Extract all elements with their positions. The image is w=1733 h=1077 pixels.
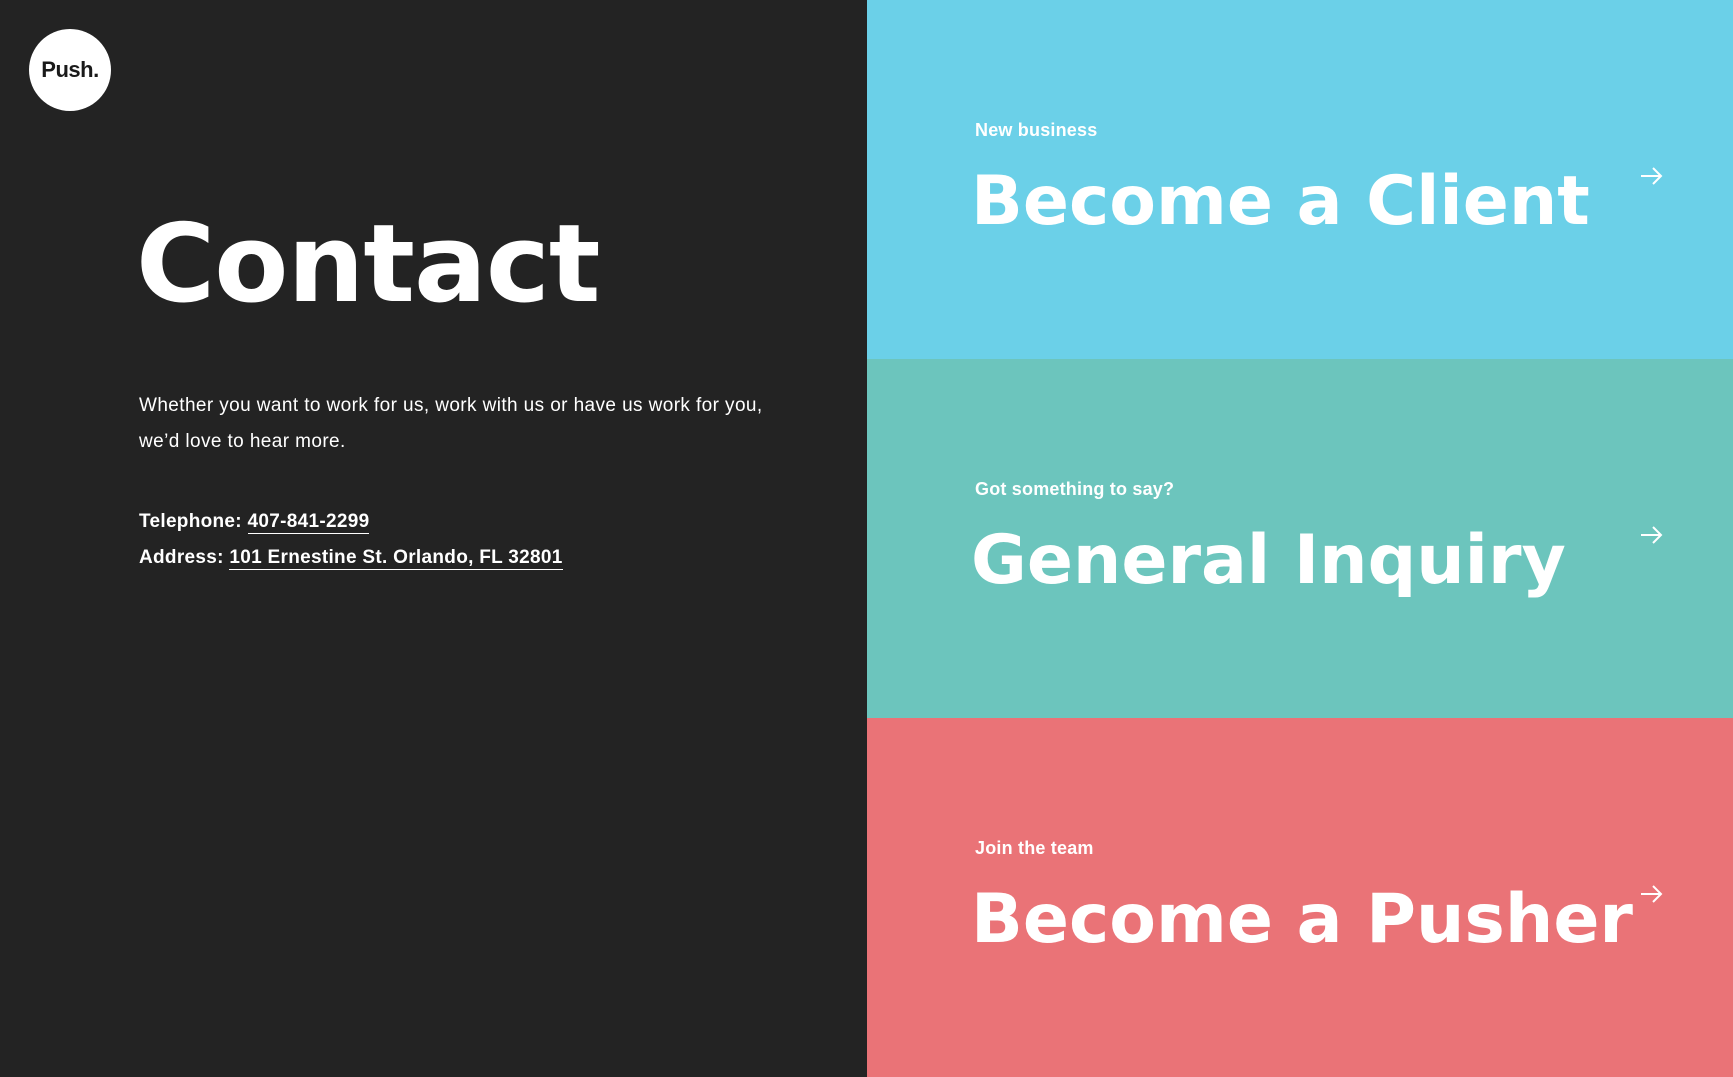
- arrow-right-icon[interactable]: [1639, 163, 1665, 189]
- contact-details: Telephone: 407-841-2299 Address: 101 Ern…: [139, 504, 563, 576]
- telephone-link[interactable]: 407-841-2299: [247, 511, 370, 534]
- become-pusher-card[interactable]: Join the team Become a Pusher: [867, 718, 1733, 1077]
- general-inquiry-card[interactable]: Got something to say? General Inquiry: [867, 359, 1733, 718]
- card-heading: Become a Client: [971, 162, 1590, 241]
- contact-options: New business Become a Client Got somethi…: [867, 0, 1733, 1077]
- contact-info-panel: Push. Contact Whether you want to work f…: [0, 0, 867, 1077]
- address-label: Address:: [139, 547, 224, 568]
- card-heading: Become a Pusher: [971, 880, 1633, 959]
- card-heading: General Inquiry: [971, 521, 1566, 600]
- logo-text: Push.: [41, 57, 99, 82]
- telephone-line: Telephone: 407-841-2299: [139, 504, 563, 540]
- contact-page: Push. Contact Whether you want to work f…: [0, 0, 1733, 1077]
- card-eyebrow: Join the team: [975, 838, 1094, 858]
- page-title: Contact: [136, 202, 600, 327]
- card-eyebrow: New business: [975, 120, 1098, 140]
- become-client-card[interactable]: New business Become a Client: [867, 0, 1733, 359]
- intro-text: Whether you want to work for us, work wi…: [139, 395, 763, 452]
- address-line: Address: 101 Ernestine St. Orlando, FL 3…: [139, 540, 563, 576]
- address-link[interactable]: 101 Ernestine St. Orlando, FL 32801: [229, 547, 563, 570]
- card-eyebrow: Got something to say?: [975, 479, 1175, 499]
- arrow-right-icon[interactable]: [1639, 522, 1665, 548]
- arrow-right-icon[interactable]: [1639, 881, 1665, 907]
- push-logo[interactable]: Push.: [29, 29, 111, 111]
- telephone-label: Telephone:: [139, 511, 242, 532]
